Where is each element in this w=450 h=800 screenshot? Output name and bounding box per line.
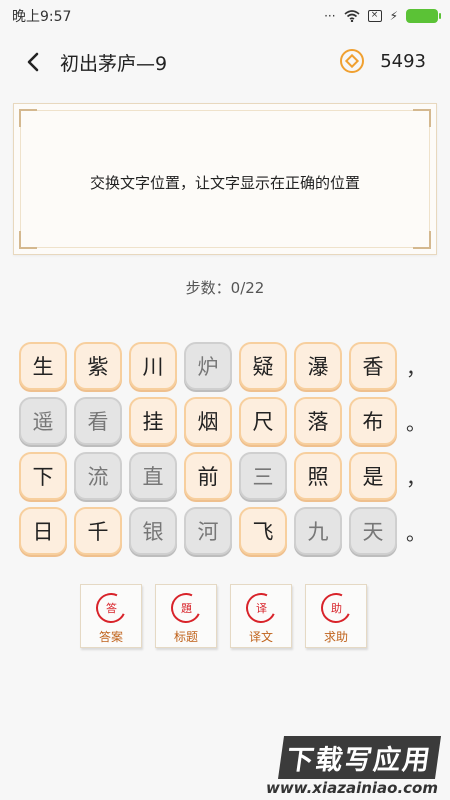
charging-icon: ⚡ [389,9,398,23]
seal-glyph: 助 [330,602,342,615]
corner-ornament [413,109,431,127]
seal-glyph: 译 [255,602,267,615]
instruction-text: 交换文字位置，让文字显示在正确的位置 [89,174,360,192]
grid-row: 遥看挂烟尺落布。 [19,394,439,448]
action-label: 答案 [98,630,123,644]
seal-icon: 題 [166,588,206,628]
character-grid: 生紫川炉疑瀑香，遥看挂烟尺落布。下流直前三照是，日千银河飞九天。 [19,339,439,559]
translation-button[interactable]: 译译文 [230,584,292,648]
grid-row: 生紫川炉疑瀑香 ， [19,339,439,393]
character-tile[interactable]: 银 [129,507,177,555]
signal-dots-icon: ··· [324,9,336,23]
character-tile[interactable]: 河 [184,507,232,555]
character-tile[interactable]: 前 [184,452,232,500]
character-tile[interactable]: 照 [294,452,342,500]
no-sim-icon: × [367,10,382,22]
status-time: 晚上9:57 [12,9,72,25]
chevron-left-icon [27,52,39,72]
character-tile[interactable]: 生 [19,342,67,390]
punctuation-mark: 。 [406,410,426,435]
wifi-icon [344,10,360,23]
character-tile[interactable]: 下 [19,452,67,500]
status-icons: ··· × ⚡ [324,9,441,23]
action-label: 译文 [248,630,273,644]
header: 初出茅庐—9 5493 [0,40,450,84]
character-tile[interactable]: 三 [239,452,287,500]
grid-row: 下流直前三照是 ， [19,449,439,503]
grid-row: 日千银河飞九天。 [19,504,439,558]
punctuation-mark: ， [406,355,426,380]
character-tile[interactable]: 九 [294,507,342,555]
character-tile[interactable]: 瀑 [294,342,342,390]
character-tile[interactable]: 遥 [19,397,67,445]
battery-icon [406,9,441,23]
level-title: 初出茅庐—9 [60,52,168,75]
character-tile[interactable]: 直 [129,452,177,500]
back-button[interactable] [18,47,48,77]
character-tile[interactable]: 千 [74,507,122,555]
help-button[interactable]: 助求助 [305,584,367,648]
character-tile[interactable]: 是 [349,452,397,500]
punctuation-mark: ， [406,465,426,490]
character-tile[interactable]: 疑 [239,342,287,390]
title-button[interactable]: 題标题 [155,584,217,648]
character-tile[interactable]: 紫 [74,342,122,390]
character-tile[interactable]: 飞 [239,507,287,555]
character-tile[interactable]: 川 [129,342,177,390]
punctuation-mark: 。 [406,520,426,545]
seal-glyph: 題 [180,602,192,615]
seal-icon: 助 [316,588,356,628]
corner-ornament [19,109,37,127]
watermark-url: www.xiazainiao.com [265,779,438,797]
character-tile[interactable]: 尺 [239,397,287,445]
character-tile[interactable]: 布 [349,397,397,445]
character-tile[interactable]: 天 [349,507,397,555]
watermark-logo: 下载写应用 [277,736,442,779]
step-counter: 步数：0/22 [185,279,265,297]
character-tile[interactable]: 落 [294,397,342,445]
answer-button[interactable]: 答答案 [80,584,142,648]
character-tile[interactable]: 挂 [129,397,177,445]
corner-ornament [413,231,431,249]
action-label: 标题 [173,630,198,644]
seal-icon: 答 [91,588,131,628]
corner-ornament [19,231,37,249]
watermark: 下载写应用 www.xiazainiao.com [265,736,442,797]
seal-glyph: 答 [105,602,117,615]
character-tile[interactable]: 炉 [184,342,232,390]
status-bar: 晚上9:57 ··· × ⚡ [0,0,450,32]
character-tile[interactable]: 烟 [184,397,232,445]
coin-icon [340,49,364,73]
character-tile[interactable]: 看 [74,397,122,445]
coin-count: 5493 [380,51,426,72]
character-tile[interactable]: 流 [74,452,122,500]
character-tile[interactable]: 日 [19,507,67,555]
action-bar: 答答案題标题译译文助求助 [80,584,367,648]
character-tile[interactable]: 香 [349,342,397,390]
action-label: 求助 [323,630,348,644]
instruction-card: 交换文字位置，让文字显示在正确的位置 [13,103,437,255]
seal-icon: 译 [241,588,281,628]
